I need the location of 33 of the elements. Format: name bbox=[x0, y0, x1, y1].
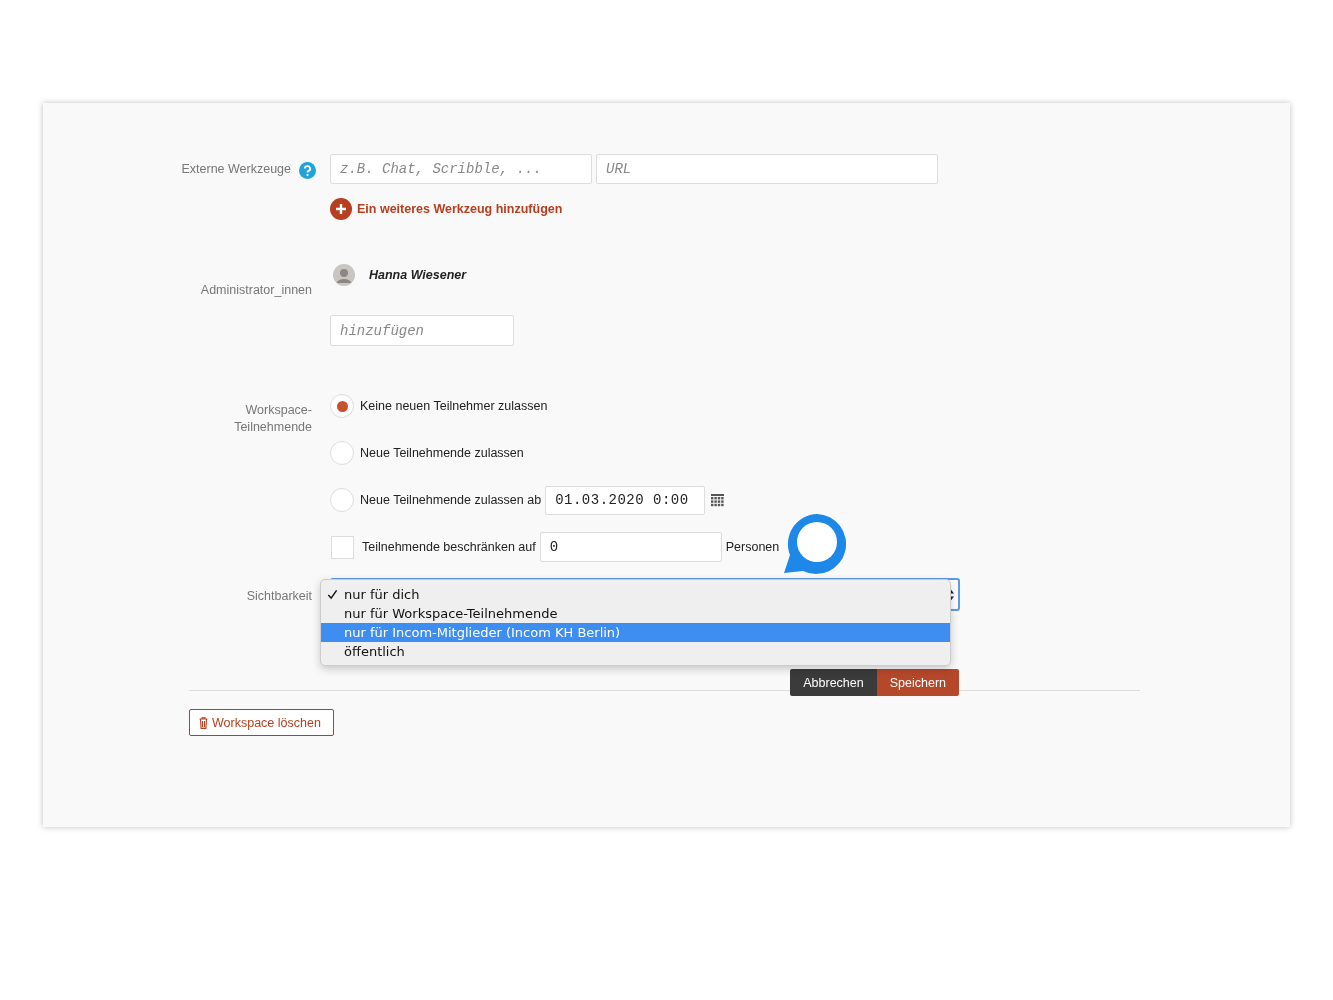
number-field[interactable]: 0 bbox=[539, 532, 722, 562]
field-label: Sichtbarkeit bbox=[246, 589, 312, 603]
radio-button[interactable] bbox=[330, 394, 354, 418]
menu-item[interactable]: nur für dich bbox=[321, 585, 950, 604]
pointer-bubble-icon bbox=[781, 511, 848, 577]
option-label: Neue Teilnehmende zulassen bbox=[360, 446, 524, 460]
admin-name: Hanna Wiesener bbox=[369, 268, 467, 282]
trash-icon bbox=[199, 716, 208, 729]
checkmark-icon bbox=[327, 589, 338, 600]
delete-workspace-button[interactable]: Workspace löschen bbox=[189, 709, 334, 736]
menu-item[interactable]: öffentlich bbox=[321, 642, 950, 661]
add-tool-link[interactable]: Ein weiteres Werkzeug hinzufügen bbox=[330, 198, 563, 220]
save-button[interactable]: Speichern bbox=[876, 669, 959, 696]
checkbox[interactable] bbox=[331, 535, 354, 559]
cancel-button[interactable]: Abbrechen bbox=[790, 669, 877, 696]
avatar-icon bbox=[333, 264, 355, 286]
field-label: Workspace-Teilnehmende bbox=[233, 402, 312, 436]
option-label: Neue Teilnehmende zulassen ab bbox=[360, 493, 542, 507]
radio-button[interactable] bbox=[330, 441, 354, 465]
option-label: Keine neuen Teilnehmer zulassen bbox=[360, 399, 548, 413]
calendar-icon[interactable] bbox=[711, 493, 725, 507]
help-icon[interactable] bbox=[299, 162, 316, 179]
add-admin-field[interactable]: hinzufügen bbox=[330, 315, 514, 346]
option-label: Teilnehmende beschränken auf bbox=[362, 540, 536, 554]
tool-name-field[interactable]: z.B. Chat, Scribble, ... bbox=[330, 154, 592, 184]
menu-item[interactable]: nur für Workspace-Teilnehmende bbox=[321, 604, 950, 623]
field-label: Administrator_innen bbox=[200, 283, 312, 297]
date-field[interactable]: 01.03.2020 0:00 bbox=[545, 485, 706, 515]
field-label: Externe Werkzeuge bbox=[181, 162, 291, 176]
plus-icon bbox=[330, 198, 352, 220]
url-field[interactable]: URL bbox=[596, 154, 938, 184]
radio-button[interactable] bbox=[330, 488, 354, 512]
unit-label: Personen bbox=[725, 540, 780, 554]
